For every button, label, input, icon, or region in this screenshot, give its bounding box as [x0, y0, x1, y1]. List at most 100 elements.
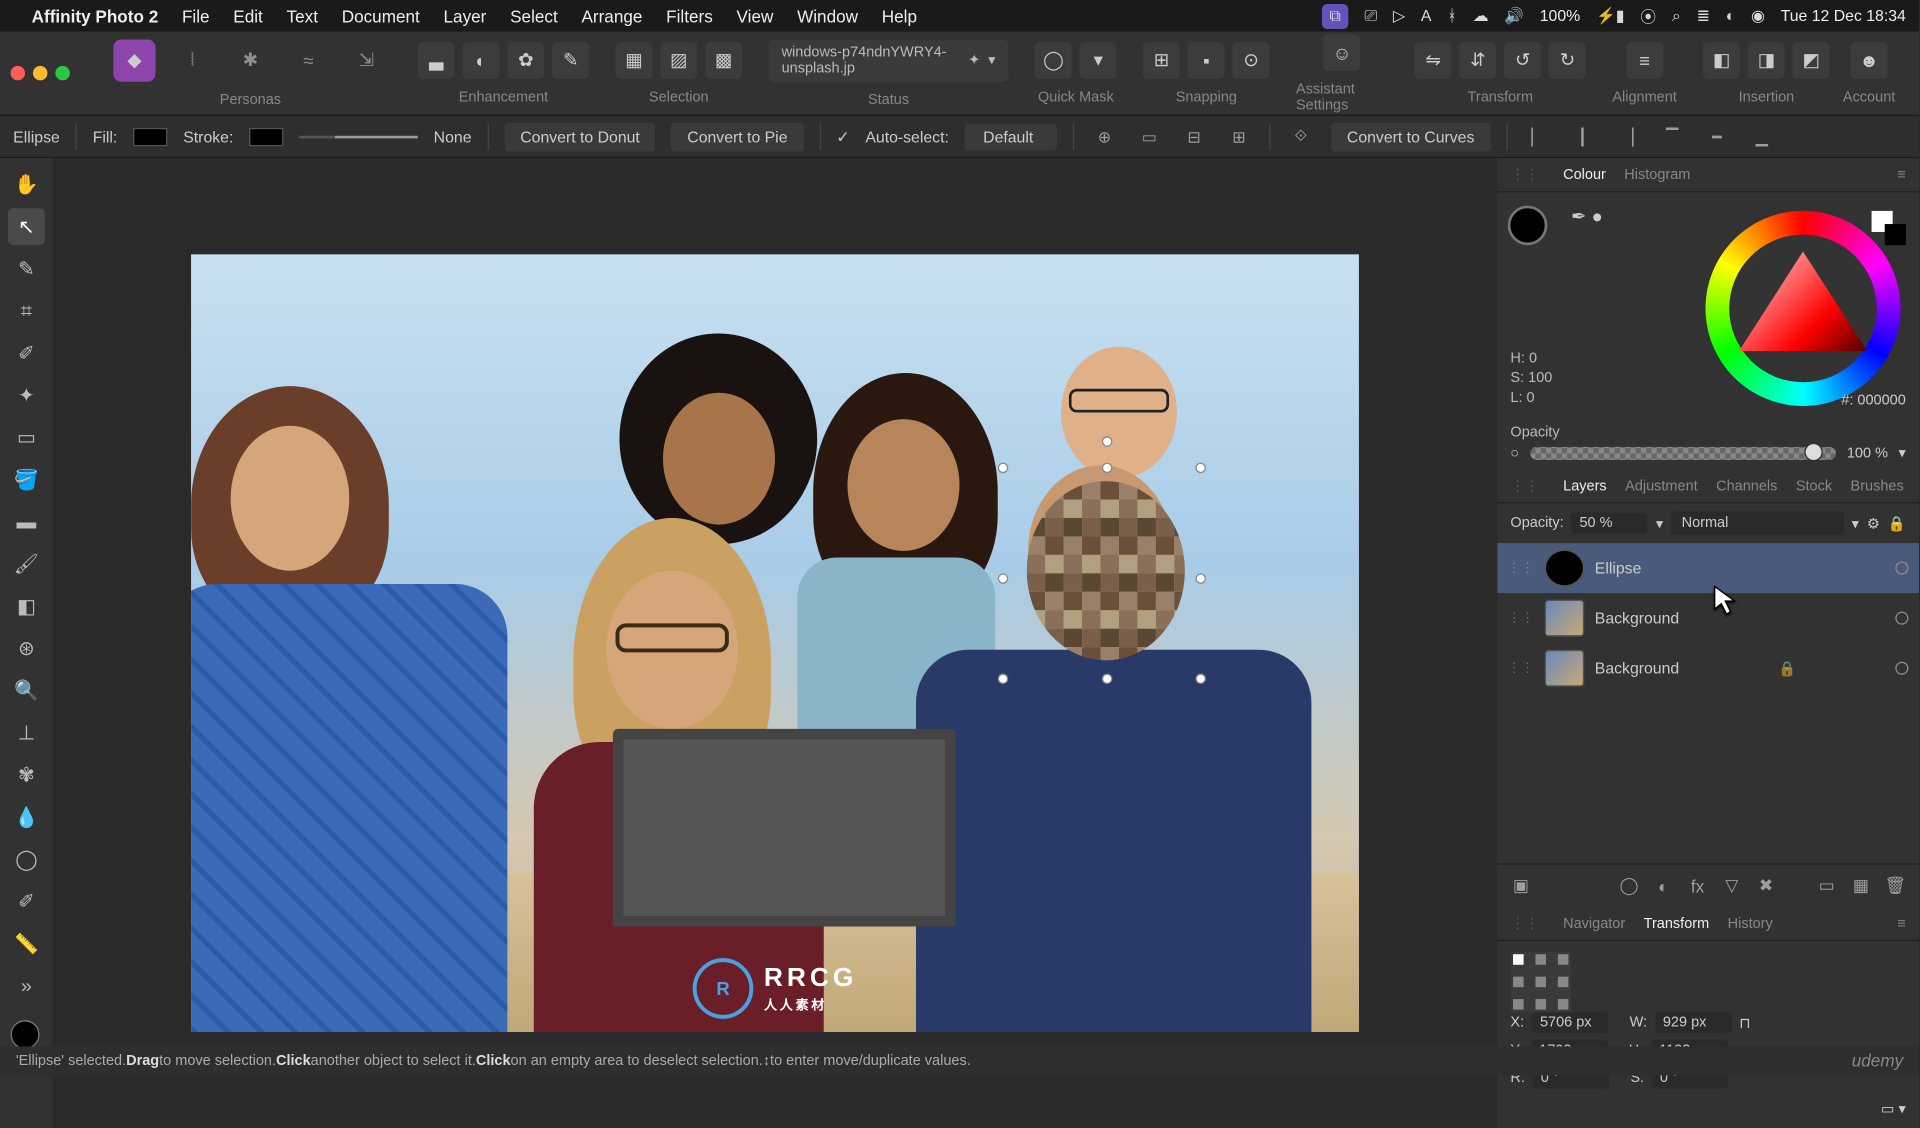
flip-h-icon[interactable]: ⇋	[1415, 42, 1452, 79]
align-options-icon[interactable]: ▭ ▾	[1881, 1102, 1906, 1118]
move-tool[interactable]: ↖	[8, 208, 45, 245]
panel-grip-icon[interactable]: ⋮⋮	[1510, 915, 1539, 932]
paint-brush-tool[interactable]: 🖌	[8, 546, 45, 583]
menu-document[interactable]: Document	[342, 6, 420, 26]
stamp-tool[interactable]: ⊥	[8, 714, 45, 751]
align-middle-v-icon[interactable]: ━	[1702, 122, 1731, 151]
tab-colour[interactable]: Colour	[1563, 167, 1606, 183]
auto-select-dropdown[interactable]: Default	[965, 123, 1057, 149]
default-colours-swatch[interactable]	[1872, 211, 1906, 245]
live-filter-icon[interactable]: ▽	[1719, 873, 1745, 899]
layer-row-background-locked[interactable]: ⋮⋮ Background 🔒	[1497, 643, 1919, 693]
insert-top-icon[interactable]: ◨	[1748, 42, 1785, 79]
delete-layer-icon[interactable]: 🗑	[1882, 873, 1908, 899]
convert-curves-icon[interactable]: ⟐	[1286, 122, 1315, 151]
close-window-button[interactable]	[11, 66, 25, 80]
adjustment-layer-icon[interactable]: ◐	[1650, 873, 1676, 899]
snapping-force-icon[interactable]: ⊞	[1143, 42, 1180, 79]
persona-liquify[interactable]: ⦚	[171, 39, 213, 81]
battery-icon[interactable]: ⚡▮	[1596, 7, 1624, 25]
menu-select[interactable]: Select	[510, 6, 558, 26]
opacity-stepper-icon[interactable]: ▾	[1899, 444, 1906, 461]
cloud-icon[interactable]: ☁	[1473, 7, 1489, 25]
wifi-icon[interactable]: ⦿	[1640, 5, 1656, 27]
persona-export[interactable]: ⇲	[345, 39, 387, 81]
menu-arrange[interactable]: Arrange	[581, 6, 642, 26]
menu-layer[interactable]: Layer	[444, 6, 487, 26]
volume-icon[interactable]: 🔊	[1504, 7, 1524, 25]
auto-levels-icon[interactable]: ▃	[418, 42, 455, 79]
layer-visibility-toggle[interactable]	[1895, 662, 1908, 675]
opacity-stepper-icon[interactable]: ▾	[1656, 515, 1663, 532]
auto-colours-icon[interactable]: ✿	[507, 42, 544, 79]
layer-name[interactable]: Background	[1595, 609, 1679, 627]
alignment-icon[interactable]: ≡	[1626, 42, 1663, 79]
account-icon[interactable]: ☻	[1851, 42, 1888, 79]
invert-selection-icon[interactable]: ▩	[705, 42, 742, 79]
align-bottom-icon[interactable]: ▁	[1747, 122, 1776, 151]
stroke-width-slider[interactable]	[299, 135, 418, 138]
selection-brush-tool[interactable]: ✐	[8, 335, 45, 372]
layer-row-ellipse[interactable]: ⋮⋮ Ellipse	[1497, 543, 1919, 593]
panel-grip-icon[interactable]: ⋮⋮	[1510, 166, 1539, 183]
snapping-toggle-icon[interactable]: ▪	[1188, 42, 1225, 79]
transform-separately-icon[interactable]: ⊟	[1180, 122, 1209, 151]
layer-thumbnail[interactable]	[1545, 650, 1585, 687]
convert-donut-button[interactable]: Convert to Donut	[504, 122, 655, 151]
link-dimensions-icon[interactable]: ⊓	[1739, 1014, 1750, 1031]
menu-window[interactable]: Window	[797, 6, 858, 26]
view-hand-tool[interactable]: ✋	[8, 166, 45, 203]
menu-edit[interactable]: Edit	[233, 6, 263, 26]
insert-inside-icon[interactable]: ◩	[1793, 42, 1830, 79]
layer-grip-icon[interactable]: ⋮⋮	[1508, 611, 1534, 625]
anchor-point-grid[interactable]	[1510, 952, 1571, 1013]
fill-swatch[interactable]	[133, 127, 167, 145]
minimize-window-button[interactable]	[33, 66, 47, 80]
tab-stock[interactable]: Stock	[1796, 478, 1832, 494]
layer-row-background[interactable]: ⋮⋮ Background	[1497, 593, 1919, 643]
screen-record-icon[interactable]: ⧉	[1322, 3, 1349, 28]
auto-select-checkbox[interactable]: ✓	[836, 127, 849, 145]
zoom-tool[interactable]: 🔍	[8, 672, 45, 709]
magic-wand-tool[interactable]: ✦	[8, 377, 45, 414]
tab-history[interactable]: History	[1728, 915, 1773, 931]
crop-mask-icon[interactable]: ✖	[1753, 873, 1779, 899]
opacity-noise-icon[interactable]: ○	[1510, 445, 1519, 461]
menu-text[interactable]: Text	[287, 6, 318, 26]
mask-icon[interactable]: ◯	[1616, 873, 1642, 899]
quick-mask-icon[interactable]: ◯	[1035, 42, 1072, 79]
play-icon[interactable]: ▷	[1393, 7, 1405, 25]
auto-contrast-icon[interactable]: ◐	[463, 42, 500, 79]
siri-icon[interactable]: ◉	[1751, 7, 1765, 25]
menu-help[interactable]: Help	[882, 6, 917, 26]
layer-grip-icon[interactable]: ⋮⋮	[1508, 561, 1534, 575]
gradient-tool[interactable]: ▬	[8, 503, 45, 540]
w-field[interactable]: 929 px	[1655, 1012, 1731, 1033]
group-icon[interactable]: ▭	[1814, 873, 1840, 899]
lock-icon[interactable]: 🔒	[1778, 660, 1796, 677]
select-all-icon[interactable]: ▦	[616, 42, 653, 79]
flood-fill-tool[interactable]: 🪣	[8, 461, 45, 498]
opacity-slider[interactable]	[1530, 446, 1837, 459]
layer-visibility-toggle[interactable]	[1895, 612, 1908, 625]
auto-wb-icon[interactable]: ✎	[552, 42, 589, 79]
persona-tone[interactable]: ≈	[287, 39, 329, 81]
insert-behind-icon[interactable]: ◧	[1703, 42, 1740, 79]
selection-bounding-box[interactable]	[1003, 468, 1201, 679]
align-right-icon[interactable]: ▕	[1613, 122, 1642, 151]
pencil-tool[interactable]: ✎	[8, 250, 45, 287]
align-left-icon[interactable]: ▏	[1523, 122, 1552, 151]
layer-thumbnail[interactable]	[1545, 600, 1585, 637]
layer-name[interactable]: Background	[1595, 659, 1679, 677]
blend-mode-dropdown[interactable]: Normal	[1671, 511, 1844, 535]
document-close-icon[interactable]: ▾	[988, 51, 995, 68]
snapping-magnet-icon[interactable]: ⊙	[1233, 42, 1270, 79]
deselect-icon[interactable]: ▨	[660, 42, 697, 79]
panel-menu-icon[interactable]: ≡	[1897, 167, 1905, 183]
inpaint-tool[interactable]: ✾	[8, 757, 45, 794]
bluetooth-icon[interactable]: ᚼ	[1447, 7, 1456, 25]
menu-file[interactable]: File	[182, 6, 210, 26]
eyedropper-icon[interactable]: ✒ ●	[1571, 206, 1603, 228]
menu-view[interactable]: View	[737, 6, 774, 26]
colour-fg-swatch[interactable]	[1505, 203, 1558, 243]
